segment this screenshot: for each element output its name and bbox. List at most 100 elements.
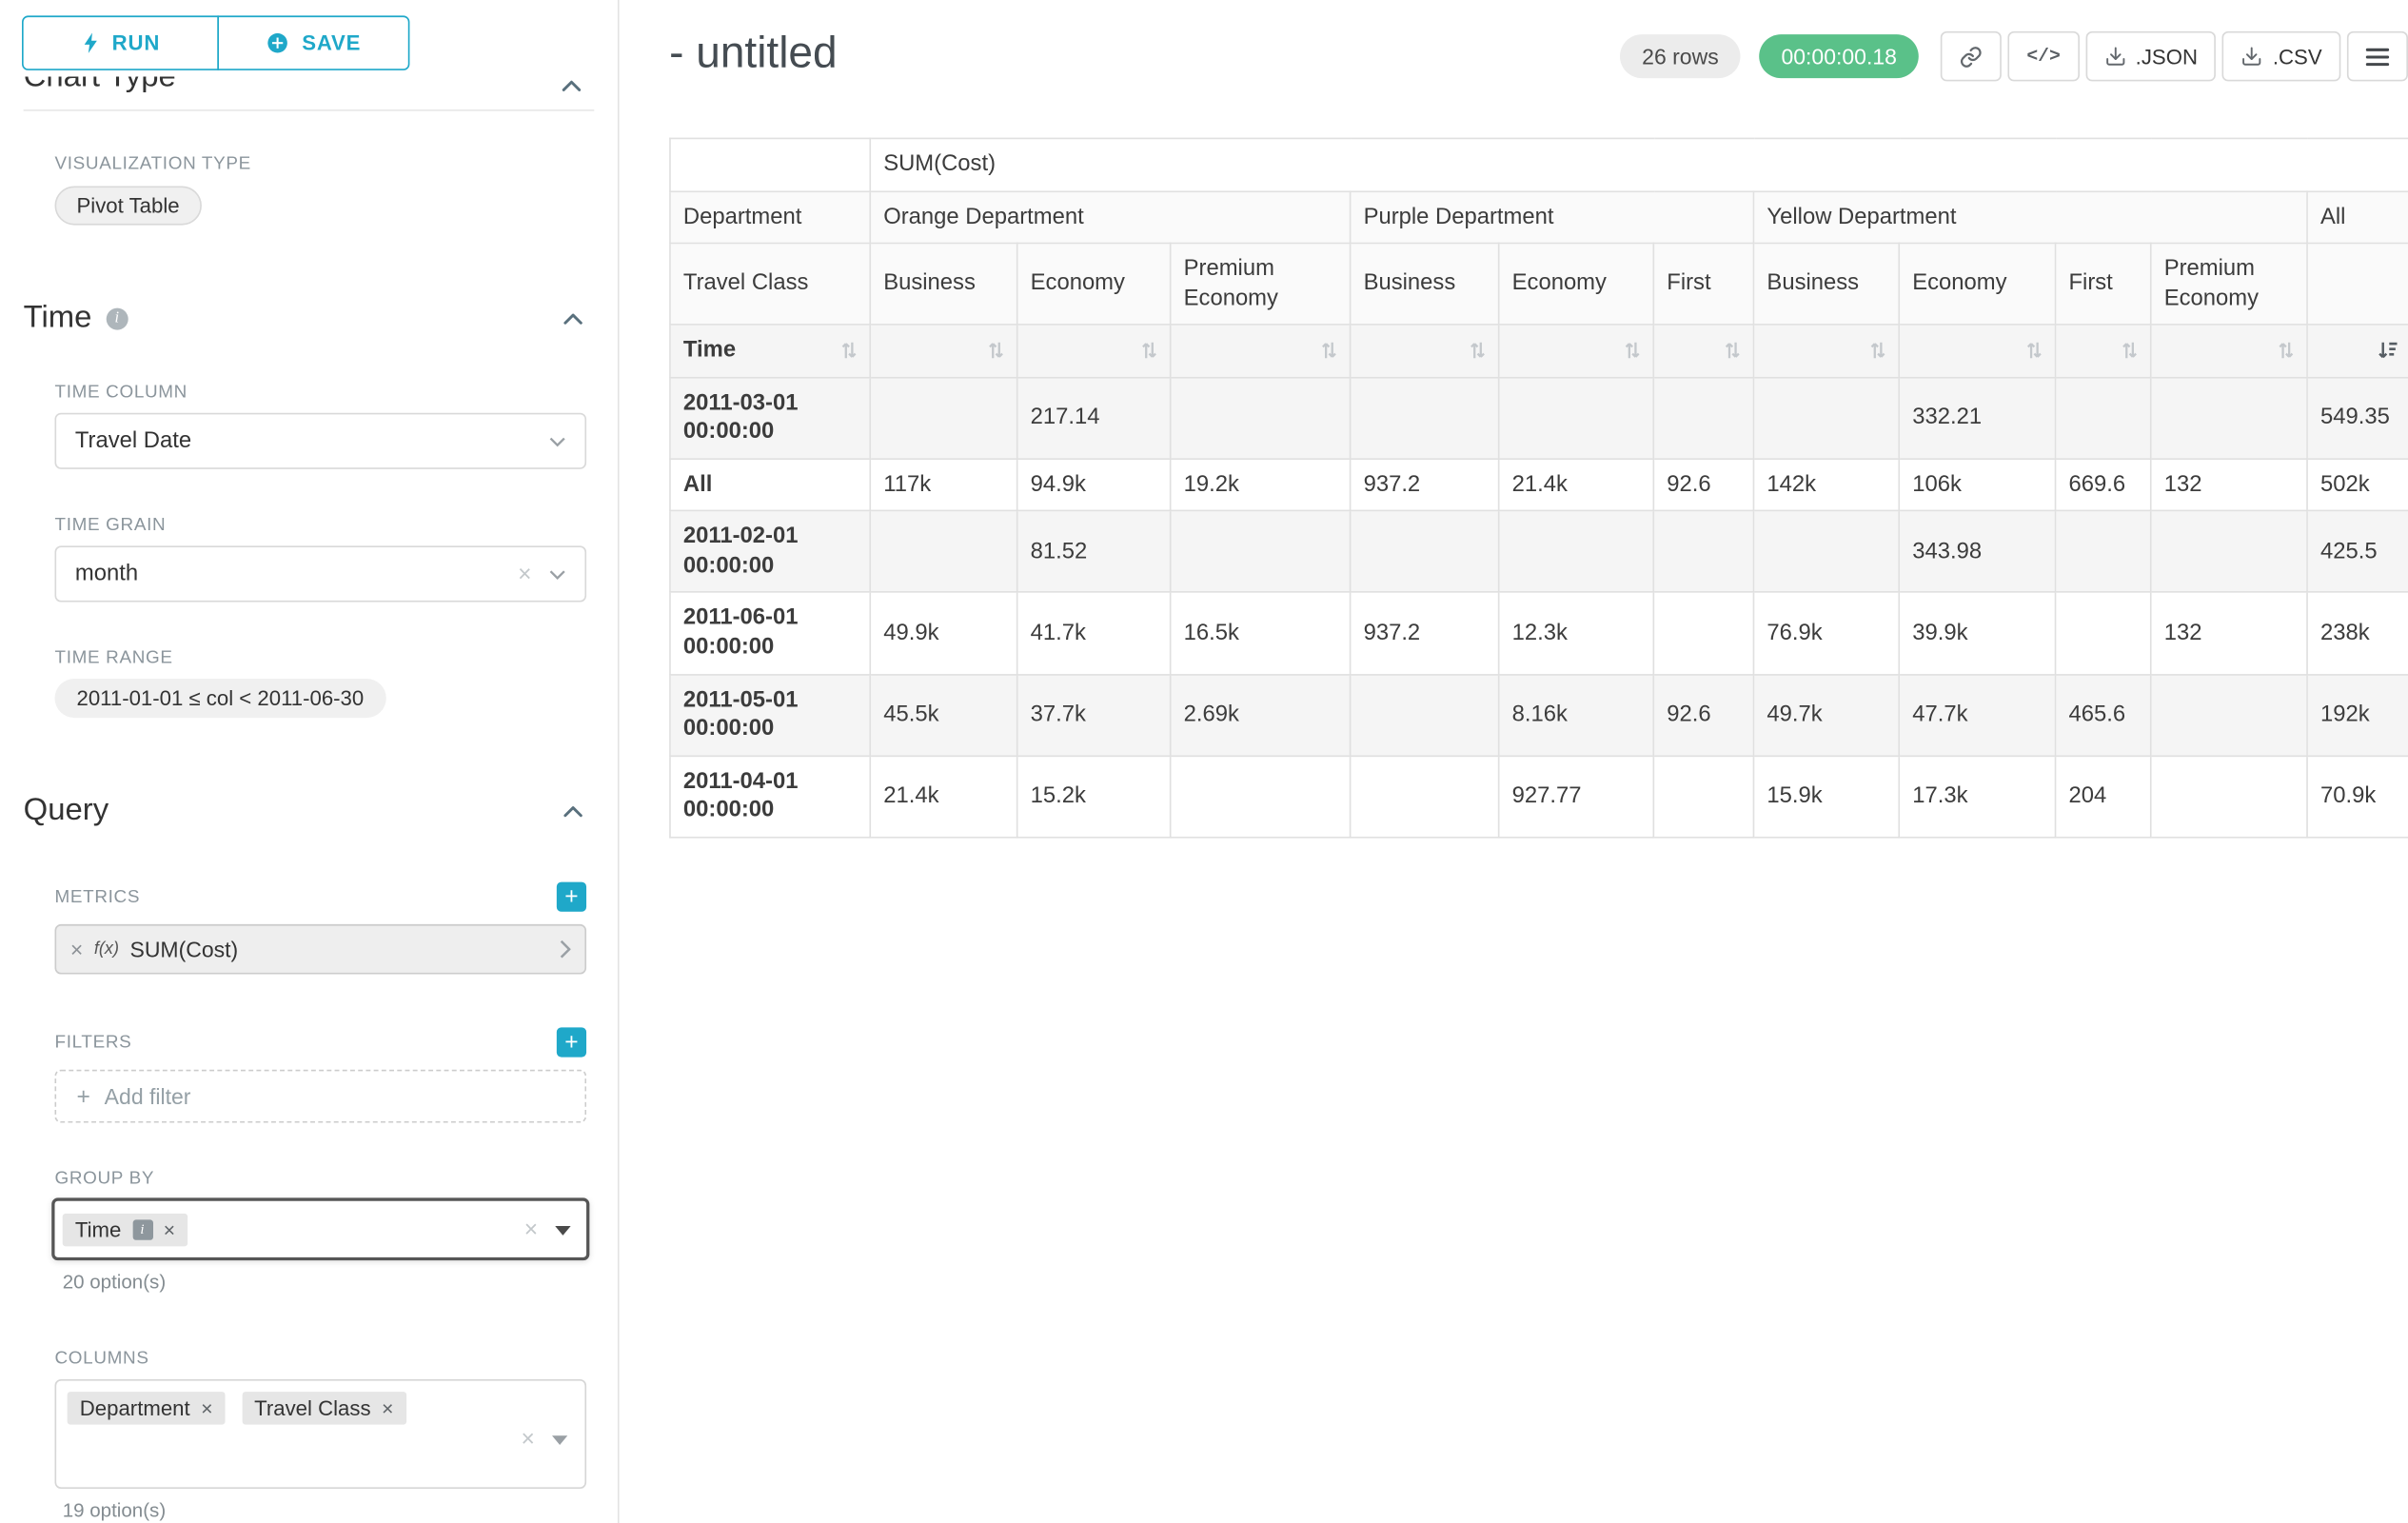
value-cell [1753, 377, 1899, 459]
value-cell [1351, 377, 1499, 459]
sort-icon[interactable] [2122, 342, 2137, 361]
remove-tag-icon[interactable]: × [382, 1398, 393, 1418]
subcolumn-header: Economy [1499, 244, 1654, 326]
chevron-up-icon[interactable] [563, 804, 582, 817]
value-cell: 332.21 [1899, 377, 2055, 459]
table-row: 2011-06-01 00:00:0049.9k41.7k16.5k937.21… [670, 593, 2408, 675]
app-root: RUN SAVE Chart Type VISUALIZATION TYPE P… [0, 0, 2408, 1523]
add-filter-label: Add filter [105, 1083, 191, 1108]
time-grain-select[interactable]: month × [54, 545, 586, 602]
download-json-label: .JSON [2136, 45, 2198, 69]
value-cell: 8.16k [1499, 674, 1654, 756]
sort-icon[interactable] [1470, 342, 1485, 361]
link-icon [1960, 45, 1984, 69]
sort-icon[interactable] [2279, 342, 2294, 361]
row-header: 2011-06-01 00:00:00 [670, 593, 870, 675]
subcolumn-header: First [2056, 244, 2151, 326]
chart-title[interactable]: - untitled [669, 29, 837, 79]
value-cell [2056, 511, 2151, 593]
info-icon[interactable]: i [106, 307, 128, 329]
sort-icon[interactable] [988, 342, 1003, 361]
download-csv-button[interactable]: .CSV [2222, 31, 2340, 82]
table-row: All117k94.9k19.2k937.221.4k92.6142k106k6… [670, 459, 2408, 511]
metrics-label: METRICS [54, 887, 140, 906]
row-header: All [670, 459, 870, 511]
add-filter-plus-button[interactable]: + [557, 1027, 586, 1057]
columns-tag: Department × [68, 1392, 226, 1425]
chevron-up-icon[interactable] [562, 76, 582, 100]
time-column-select[interactable]: Travel Date [54, 413, 586, 469]
save-button[interactable]: SAVE [217, 15, 409, 69]
run-save-button-group: RUN SAVE [22, 15, 618, 69]
copy-link-button[interactable] [1941, 31, 2002, 82]
clear-icon[interactable]: × [521, 1427, 534, 1451]
clear-icon[interactable]: × [518, 563, 531, 586]
group-by-options-hint: 20 option(s) [63, 1272, 618, 1294]
value-cell: 70.9k [2307, 756, 2408, 838]
value-cell: 21.4k [870, 756, 1016, 838]
sort-icon[interactable] [2026, 342, 2042, 361]
download-json-button[interactable]: .JSON [2085, 31, 2217, 82]
value-cell: 17.3k [1899, 756, 2055, 838]
time-section-title: Time [24, 300, 92, 336]
value-cell: 92.6 [1653, 674, 1753, 756]
sort-icon[interactable] [1141, 342, 1156, 361]
caret-down-icon [555, 1215, 570, 1243]
add-filter-button[interactable]: + Add filter [54, 1070, 586, 1123]
value-cell: 81.52 [1017, 511, 1171, 593]
value-cell [2151, 756, 2307, 838]
value-cell: 37.7k [1017, 674, 1171, 756]
code-icon: </> [2026, 46, 2061, 68]
chart-type-section-title: Chart Type [24, 76, 176, 95]
metric-header-row: SUM(Cost) [670, 138, 2408, 190]
viz-type-pill[interactable]: Pivot Table [54, 186, 201, 225]
view-query-button[interactable]: </> [2008, 31, 2080, 82]
sort-cell [1171, 325, 1351, 377]
chart-controls-sidebar: RUN SAVE Chart Type VISUALIZATION TYPE P… [0, 0, 620, 1523]
subcolumn-header: Premium Economy [2151, 244, 2307, 326]
value-cell [870, 511, 1016, 593]
group-by-select[interactable]: Time i × × [51, 1197, 589, 1260]
subcolumn-header: Business [1753, 244, 1899, 326]
sort-icon[interactable] [1725, 342, 1740, 361]
clear-icon[interactable]: × [524, 1217, 538, 1241]
value-cell: 15.9k [1753, 756, 1899, 838]
value-cell: 549.35 [2307, 377, 2408, 459]
column-group-header: Yellow Department [1753, 191, 2307, 244]
value-cell: 204 [2056, 756, 2151, 838]
sort-cell [2056, 325, 2151, 377]
remove-tag-icon[interactable]: × [201, 1398, 212, 1418]
sort-desc-icon[interactable] [2377, 342, 2397, 361]
value-cell [1171, 511, 1351, 593]
sort-cell [2307, 325, 2408, 377]
menu-button[interactable] [2347, 31, 2408, 82]
table-row: 2011-05-01 00:00:0045.5k37.7k2.69k8.16k9… [670, 674, 2408, 756]
remove-metric-icon[interactable]: × [70, 939, 83, 960]
value-cell: 192k [2307, 674, 2408, 756]
metric-item[interactable]: × f(x) SUM(Cost) [54, 924, 586, 975]
sort-icon[interactable] [1870, 342, 1885, 361]
remove-tag-icon[interactable]: × [164, 1219, 175, 1239]
sort-icon[interactable] [841, 342, 857, 361]
column-group-header: All [2307, 191, 2408, 244]
query-section-header: Query [24, 793, 583, 829]
add-metric-button[interactable]: + [557, 882, 586, 912]
value-cell: 21.4k [1499, 459, 1654, 511]
row-header: 2011-05-01 00:00:00 [670, 674, 870, 756]
time-range-pill[interactable]: 2011-01-01 ≤ col < 2011-06-30 [54, 679, 385, 718]
column-info-icon[interactable]: i [132, 1219, 152, 1239]
columns-select[interactable]: Department × Travel Class × × [54, 1379, 586, 1489]
results-toolbar: 26 rows 00:00:00.18 </> .JSON .CSV [1620, 31, 2408, 82]
metrics-label-row: METRICS + [54, 882, 586, 912]
value-cell: 343.98 [1899, 511, 2055, 593]
sort-icon[interactable] [1625, 342, 1640, 361]
columns-label: COLUMNS [54, 1350, 617, 1369]
subcolumn-header [2307, 244, 2408, 326]
plus-icon: + [76, 1083, 89, 1110]
chevron-up-icon[interactable] [563, 312, 582, 325]
sort-cell [1499, 325, 1654, 377]
run-button[interactable]: RUN [22, 15, 219, 69]
sort-icon[interactable] [1321, 342, 1336, 361]
value-cell: 41.7k [1017, 593, 1171, 675]
value-cell: 92.6 [1653, 459, 1753, 511]
